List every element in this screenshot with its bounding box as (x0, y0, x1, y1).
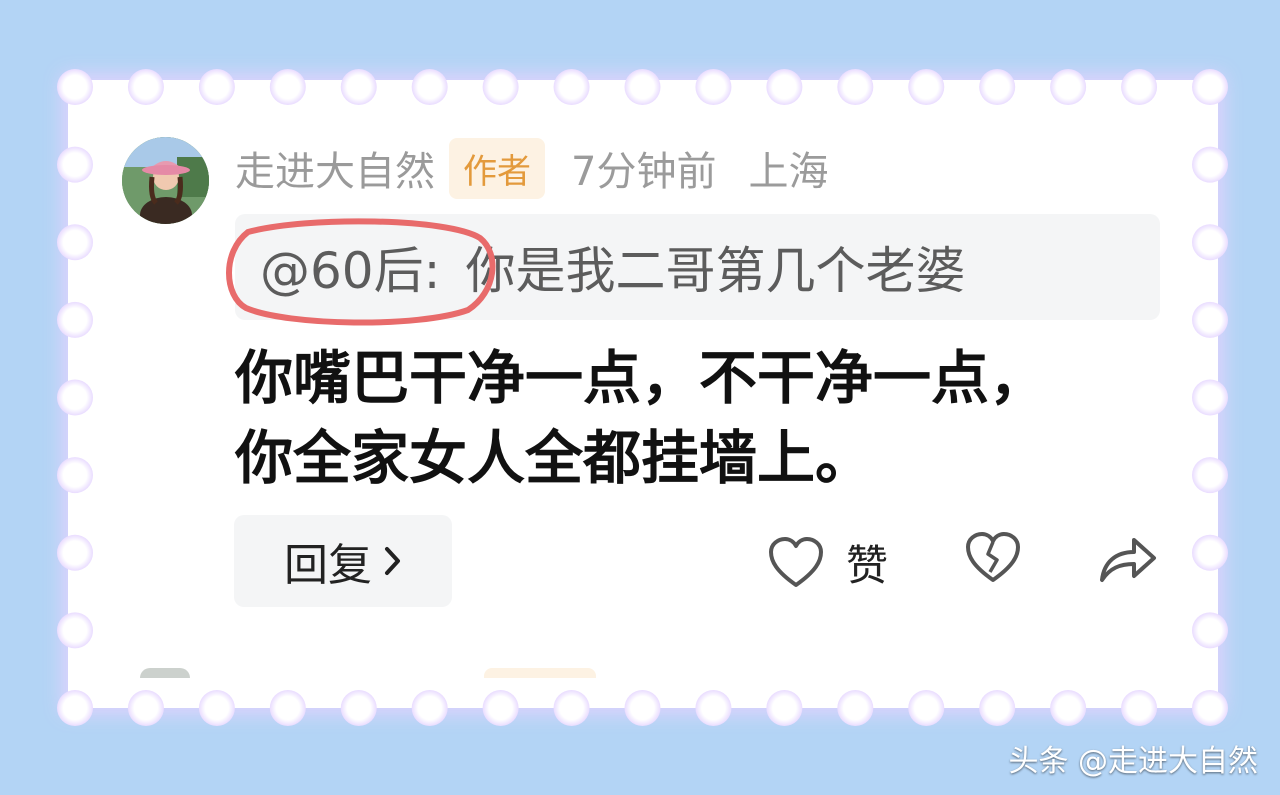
comment-item: 走进大自然 作者 7分钟前 上海 @60后: 你是我二哥第几个老婆 你嘴巴干净一… (0, 0, 1280, 795)
quoted-text: 你是我二哥第几个老婆 (465, 242, 966, 300)
share-arrow-icon (1100, 538, 1156, 582)
share-button[interactable] (1098, 532, 1158, 584)
like-button[interactable]: 赞 (768, 532, 888, 593)
next-comment-avatar-peek (140, 668, 190, 678)
heart-outline-icon (769, 536, 823, 587)
author-name[interactable]: 走进大自然 (235, 139, 435, 197)
avatar[interactable] (122, 137, 209, 224)
like-label: 赞 (846, 541, 889, 590)
comment-meta: 走进大自然 作者 7分钟前 上海 (235, 137, 829, 199)
comment-time: 7分钟前 (571, 149, 717, 195)
next-comment-badge-peek (484, 668, 596, 678)
comment-body: 你嘴巴干净一点，不干净一点， 你全家女人全都挂墙上。 (235, 338, 1175, 498)
dislike-button[interactable] (965, 532, 1021, 584)
watermark: 头条 @走进大自然 (1008, 744, 1258, 779)
mention-user[interactable]: @60后: (260, 231, 440, 303)
author-badge: 作者 (449, 137, 545, 199)
comment-body-line: 你全家女人全都挂墙上。 (235, 424, 874, 492)
comment-location: 上海 (748, 149, 829, 195)
reply-button[interactable]: 回复 (234, 515, 452, 607)
comment-body-line: 你嘴巴干净一点，不干净一点， (235, 344, 1048, 412)
broken-heart-icon (966, 532, 1020, 582)
chevron-right-icon (385, 547, 400, 575)
reply-label: 回复 (284, 540, 372, 591)
quoted-reply[interactable]: @60后: 你是我二哥第几个老婆 (235, 214, 1160, 320)
